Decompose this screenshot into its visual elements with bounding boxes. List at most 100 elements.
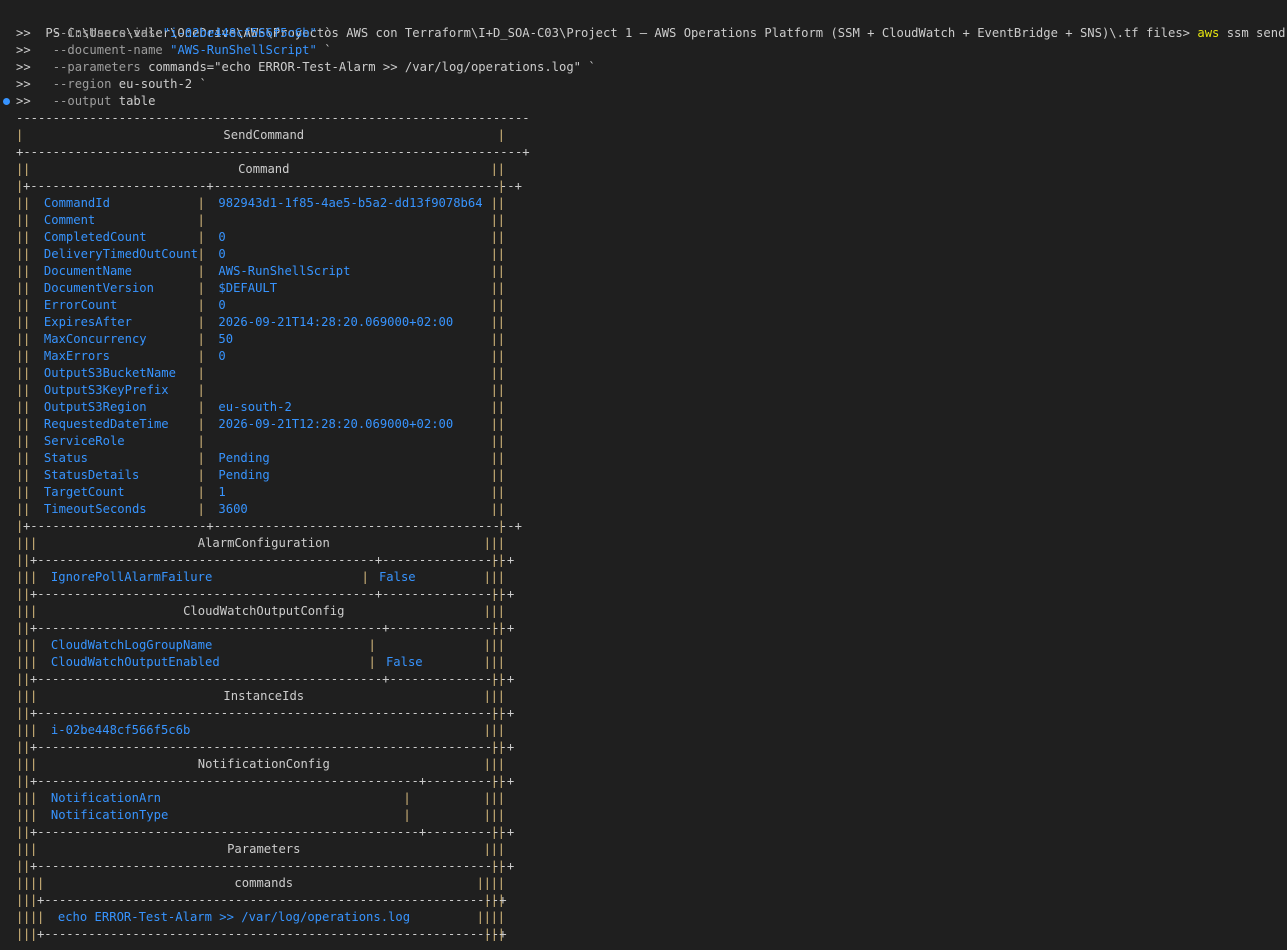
table-border: | bbox=[497, 791, 505, 805]
continuation-marker: >> bbox=[16, 94, 31, 108]
table-key: MaxConcurrency bbox=[43, 332, 147, 346]
table-border: | bbox=[368, 638, 376, 652]
table-value: 0 bbox=[218, 230, 226, 244]
table-border: +---------------------------------------… bbox=[29, 740, 515, 754]
param-value: table bbox=[118, 94, 156, 108]
table-border: | bbox=[476, 910, 485, 924]
table-border: | bbox=[490, 349, 498, 363]
table-border: | bbox=[490, 723, 498, 737]
section-title-command: Command bbox=[238, 162, 290, 176]
table-border: | bbox=[490, 247, 498, 261]
table-border: +---------------------------------------… bbox=[29, 587, 515, 601]
table-key: CompletedCount bbox=[43, 230, 147, 244]
param-name: --region bbox=[52, 77, 112, 91]
continuation-marker: >> bbox=[16, 77, 31, 91]
table-border: | bbox=[497, 366, 505, 380]
table-border: | bbox=[483, 536, 491, 550]
table-border: | bbox=[490, 638, 498, 652]
table-value: 3600 bbox=[218, 502, 248, 516]
table-value: i-02be448cf566f5c6b bbox=[50, 723, 191, 737]
table-value: 0 bbox=[218, 298, 226, 312]
table-key: ExpiresAfter bbox=[43, 315, 132, 329]
table-border: | bbox=[197, 264, 205, 278]
continuation-marker: >> bbox=[16, 43, 31, 57]
table-border: | bbox=[197, 434, 205, 448]
line-continuation: ` bbox=[581, 60, 596, 74]
table-key: Comment bbox=[43, 213, 96, 227]
table-border: | bbox=[497, 162, 505, 176]
terminal-window[interactable]: PS C:\Users\valer\OneDrive\AWS\Proyectos… bbox=[0, 0, 1287, 950]
table-border: +------------------------+--------------… bbox=[22, 519, 522, 533]
table-value: 50 bbox=[218, 332, 234, 346]
table-border: | bbox=[490, 213, 498, 227]
table-border: | bbox=[197, 196, 205, 210]
table-border: | bbox=[490, 468, 498, 482]
table-border: | bbox=[483, 910, 491, 924]
table-border: | bbox=[483, 655, 491, 669]
command-decoration-dot[interactable] bbox=[3, 98, 10, 105]
continuation-marker: >> bbox=[16, 26, 31, 40]
table-border: | bbox=[361, 570, 369, 584]
table-border: | bbox=[497, 468, 505, 482]
table-value: False bbox=[385, 655, 423, 669]
param-value: eu-south-2 bbox=[118, 77, 193, 91]
table-border: | bbox=[497, 247, 505, 261]
table-border: | bbox=[22, 264, 31, 278]
table-border: | bbox=[490, 366, 498, 380]
table-border: | bbox=[497, 315, 505, 329]
table-key: DeliveryTimedOutCount bbox=[43, 247, 198, 261]
table-border: | bbox=[490, 434, 498, 448]
table-key: TargetCount bbox=[43, 485, 125, 499]
table-title: SendCommand bbox=[223, 128, 305, 142]
command-name: aws bbox=[1197, 26, 1220, 40]
table-border: | bbox=[490, 400, 498, 414]
table-border: | bbox=[197, 451, 205, 465]
table-border: | bbox=[490, 604, 498, 618]
table-value: 0 bbox=[218, 247, 226, 261]
table-border: | bbox=[476, 876, 485, 890]
table-border: | bbox=[22, 230, 31, 244]
table-border: | bbox=[497, 196, 505, 210]
table-value: Pending bbox=[218, 468, 270, 482]
table-border: | bbox=[497, 536, 505, 550]
table-border: +---------------------------------------… bbox=[29, 672, 515, 686]
table-value: AWS-RunShellScript bbox=[218, 264, 351, 278]
table-border: | bbox=[197, 298, 205, 312]
table-border: | bbox=[22, 502, 31, 516]
table-border: +---------------------------------------… bbox=[29, 621, 515, 635]
table-key: ServiceRole bbox=[43, 434, 125, 448]
continuation-line: >> --parameters commands="echo ERROR-Tes… bbox=[16, 59, 596, 76]
table-border: | bbox=[497, 417, 505, 431]
table-border: | bbox=[22, 298, 31, 312]
table-border: | bbox=[22, 281, 31, 295]
table-value: Pending bbox=[218, 451, 270, 465]
param-name: --instance-ids bbox=[52, 26, 156, 40]
table-border: +------------------------+--------------… bbox=[22, 179, 522, 193]
table-border: | bbox=[497, 842, 505, 856]
table-key: Status bbox=[43, 451, 88, 465]
table-border: | bbox=[483, 842, 491, 856]
table-border: +---------------------------------------… bbox=[29, 706, 515, 720]
param-value: commands="echo ERROR-Test-Alarm >> /var/… bbox=[148, 60, 582, 74]
table-border: | bbox=[490, 536, 498, 550]
table-border: | bbox=[497, 604, 505, 618]
table-key: IgnorePollAlarmFailure bbox=[50, 570, 213, 584]
table-border: | bbox=[490, 281, 498, 295]
table-border: | bbox=[490, 502, 498, 516]
table-border: | bbox=[22, 162, 31, 176]
table-border: | bbox=[497, 383, 505, 397]
table-border: | bbox=[16, 128, 24, 142]
table-border: | bbox=[497, 128, 505, 142]
table-border: | bbox=[497, 689, 505, 703]
table-border: | bbox=[197, 247, 205, 261]
command-args: ssm send-command ` bbox=[1226, 26, 1287, 40]
table-value: False bbox=[378, 570, 416, 584]
table-key: CloudWatchLogGroupName bbox=[50, 638, 213, 652]
table-border: | bbox=[497, 638, 505, 652]
table-value: 2026-09-21T14:28:20.069000+02:00 bbox=[218, 315, 454, 329]
table-border: | bbox=[22, 417, 31, 431]
table-border: | bbox=[497, 910, 505, 924]
table-border: | bbox=[197, 417, 205, 431]
table-border: | bbox=[490, 808, 498, 822]
table-border: | bbox=[497, 502, 505, 516]
